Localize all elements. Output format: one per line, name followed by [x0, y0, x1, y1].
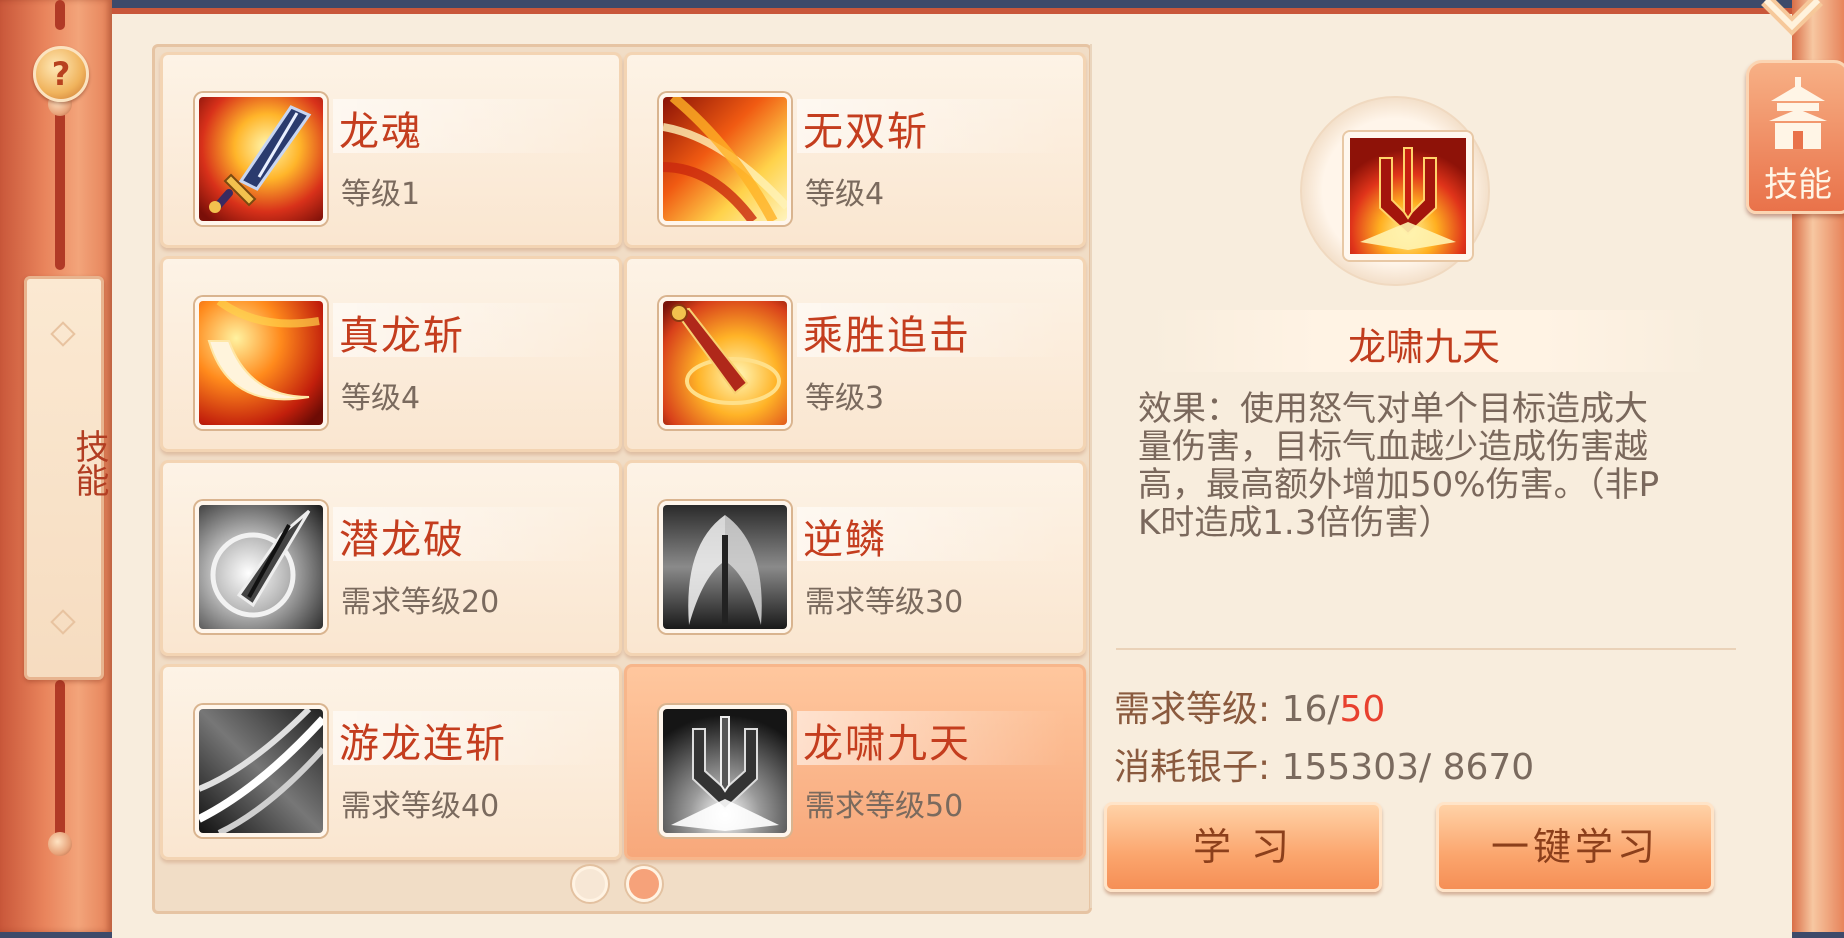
diamond-ornament	[50, 321, 76, 347]
tab-skill[interactable]: 技能	[1746, 60, 1844, 214]
skill-level: 等级3	[805, 381, 885, 416]
skill-name: 龙魂	[339, 109, 423, 155]
skill-level: 需求等级30	[805, 585, 964, 620]
skill-card[interactable]: 真龙斩 等级4	[160, 256, 622, 452]
close-icon[interactable]	[1752, 0, 1832, 44]
diamond-ornament	[50, 609, 76, 635]
skill-icon	[659, 297, 791, 429]
required-level-label: 需求等级:	[1114, 689, 1271, 730]
page-dot-1[interactable]	[572, 866, 608, 902]
detail-skill-icon	[1344, 132, 1472, 260]
panel-divider	[1090, 44, 1092, 908]
skill-name: 逆鳞	[803, 517, 887, 563]
skill-level: 等级1	[341, 177, 421, 212]
rail-cord	[55, 100, 65, 270]
skill-name: 乘胜追击	[803, 313, 971, 359]
rail-knob	[48, 832, 72, 856]
rail-cord	[55, 0, 65, 30]
skill-level: 需求等级40	[341, 789, 500, 824]
detail-skill-description: 效果：使用怒气对单个目标造成大量伤害，目标气血越少造成伤害越高，最高额外增加50…	[1138, 389, 1660, 543]
skill-icon	[195, 501, 327, 633]
learn-all-button[interactable]: 一键学习	[1436, 802, 1714, 892]
skill-card[interactable]: 无双斩 等级4	[624, 52, 1086, 248]
skill-icon	[659, 93, 791, 225]
skill-name: 龙啸九天	[803, 721, 971, 767]
skill-level: 需求等级20	[341, 585, 500, 620]
skill-card[interactable]: 乘胜追击 等级3	[624, 256, 1086, 452]
rail-cord	[55, 680, 65, 840]
skill-card[interactable]: 逆鳞 需求等级30	[624, 460, 1086, 656]
detail-skill-title: 龙啸九天	[1347, 325, 1500, 369]
skill-detail-panel: 龙啸九天 效果：使用怒气对单个目标造成大量伤害，目标气血越少造成伤害越高，最高额…	[1094, 44, 1754, 910]
required-level-row: 需求等级: 16/50	[1114, 680, 1385, 732]
skill-name: 潜龙破	[339, 517, 465, 563]
skill-card[interactable]: 龙魂 等级1	[160, 52, 622, 248]
required-level-current: 16/	[1281, 689, 1340, 730]
skill-level: 等级4	[341, 381, 421, 416]
skill-icon	[659, 705, 791, 837]
side-tab-skill[interactable]: 技能	[24, 276, 109, 680]
required-level-target: 50	[1339, 689, 1386, 730]
page-dot-2[interactable]	[626, 866, 662, 902]
help-button[interactable]: ?	[33, 46, 89, 102]
learn-button[interactable]: 学 习	[1104, 802, 1382, 892]
skill-card[interactable]: 龙啸九天 需求等级50	[624, 664, 1086, 860]
pavilion-icon	[1769, 77, 1827, 149]
detail-divider	[1116, 648, 1736, 650]
silver-cost-label: 消耗银子:	[1114, 747, 1271, 788]
skill-name: 无双斩	[803, 109, 929, 155]
side-tab-label: 技能	[69, 429, 109, 497]
skill-level: 需求等级50	[805, 789, 964, 824]
skill-icon	[659, 501, 791, 633]
skill-name: 真龙斩	[339, 313, 465, 359]
skill-icon	[195, 705, 327, 837]
skill-card[interactable]: 游龙连斩 需求等级40	[160, 664, 622, 860]
skill-level: 等级4	[805, 177, 885, 212]
skill-window: ? 技能 龙魂 等级1 无双斩 等级4 真龙斩 等级4 乘胜追击 等级3 潜龙破…	[0, 0, 1844, 938]
skill-icon	[195, 297, 327, 429]
silver-cost-value: 155303/ 8670	[1281, 747, 1535, 788]
silver-cost-row: 消耗银子: 155303/ 8670	[1114, 738, 1534, 790]
skill-icon	[195, 93, 327, 225]
skill-card[interactable]: 潜龙破 需求等级20	[160, 460, 622, 656]
skill-name: 游龙连斩	[339, 721, 507, 767]
tab-skill-label: 技能	[1764, 165, 1832, 205]
